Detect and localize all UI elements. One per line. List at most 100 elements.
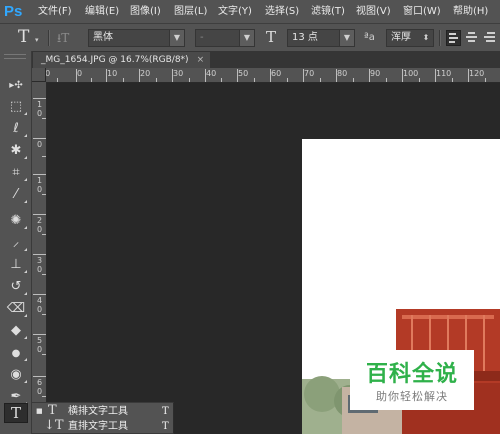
ruler-tick — [237, 69, 238, 82]
tool-group-corner — [24, 314, 27, 317]
marquee-tool[interactable]: ⬚ — [4, 97, 28, 117]
ruler-digit: 6 — [36, 378, 43, 387]
menu-filter[interactable]: 滤镜(T) — [311, 0, 345, 23]
close-icon[interactable]: × — [197, 55, 205, 65]
font-size-select[interactable]: 13 点 ▼ — [287, 29, 355, 47]
tool-group-corner — [24, 336, 27, 339]
type-tool-flyout: ■ T 横排文字工具 T ↓T 直排文字工具 T — [31, 402, 174, 434]
ruler-tick — [353, 78, 354, 82]
flyout-item-label: 直排文字工具 — [68, 421, 128, 432]
stamp-icon: ⊥ — [10, 257, 22, 272]
menu-file[interactable]: 文件(F) — [38, 0, 72, 23]
menu-help[interactable]: 帮助(H) — [453, 0, 488, 23]
document-tab-title: _MG_1654.JPG @ 16.7%(RGB/8*) — [41, 55, 189, 65]
move-icon: ▸✣ — [9, 80, 23, 91]
flyout-item-vertical-type[interactable]: ↓T 直排文字工具 T — [32, 418, 173, 434]
ruler-label: 60 — [36, 378, 43, 396]
brush-tool[interactable]: ⸝ — [4, 233, 28, 253]
ruler-tick — [33, 214, 46, 215]
chevron-down-icon: ▼ — [339, 30, 354, 46]
tool-group-corner — [24, 358, 27, 361]
font-style-value: - — [200, 32, 204, 43]
blur-icon: ● — [11, 348, 21, 359]
menu-view[interactable]: 视图(V) — [356, 0, 391, 23]
type-tool[interactable]: T — [4, 403, 28, 423]
magic-wand-tool[interactable]: ✱ — [4, 141, 28, 161]
antialias-value: 浑厚 — [391, 32, 411, 43]
ruler-label: 40 — [36, 296, 43, 314]
ruler-label: 10 — [107, 69, 118, 78]
ruler-label: 30 — [173, 69, 184, 78]
text-orientation-icon[interactable]: ⭳T — [57, 29, 69, 50]
horizontal-ruler[interactable]: 10 0 10 20 30 40 50 60 70 80 90 100 110 … — [32, 68, 500, 83]
ruler-label: 70 — [304, 69, 315, 78]
dodge-tool[interactable]: ◉ — [4, 365, 28, 385]
history-brush-tool[interactable]: ↺ — [4, 277, 28, 297]
ruler-tick — [254, 78, 255, 82]
options-bar: T ▾ ⭳T 黑体 ▼ - ▼ T 13 点 ▼ ªa 浑厚 ⬍ — [0, 23, 500, 52]
font-family-select[interactable]: 黑体 ▼ — [88, 29, 185, 47]
document-tab[interactable]: _MG_1654.JPG @ 16.7%(RGB/8*) × — [33, 52, 211, 68]
ruler-label: 50 — [238, 69, 249, 78]
ruler-tick — [452, 78, 453, 82]
ruler-label: 80 — [337, 69, 348, 78]
crop-tool[interactable]: ⌗ — [4, 163, 28, 183]
ruler-tick — [468, 69, 469, 82]
menu-image[interactable]: 图像(I) — [130, 0, 161, 23]
ruler-label: 20 — [36, 216, 43, 234]
options-separator — [48, 30, 50, 46]
ruler-tick — [91, 78, 92, 82]
preset-dropdown-arrow-icon[interactable]: ▾ — [35, 36, 39, 44]
text-tool-preset-icon[interactable]: T — [18, 27, 29, 47]
panel-grip[interactable] — [4, 54, 26, 59]
align-right-button[interactable] — [482, 30, 497, 46]
ruler-digit: 0 — [36, 109, 43, 118]
tool-group-corner — [24, 178, 27, 181]
ruler-tick — [42, 156, 46, 157]
menu-type[interactable]: 文字(Y) — [218, 0, 252, 23]
ruler-tick — [123, 78, 124, 82]
eraser-tool[interactable]: ⌫ — [4, 299, 28, 319]
ruler-label: 0 — [77, 69, 83, 78]
font-size-icon: T — [266, 28, 277, 46]
tool-group-corner — [24, 112, 27, 115]
ruler-tick — [42, 274, 46, 275]
ruler-tick — [156, 78, 157, 82]
ruler-tick — [336, 69, 337, 82]
eyedropper-tool[interactable]: ⁄ — [4, 185, 28, 205]
move-tool[interactable]: ▸✣ — [4, 75, 28, 95]
menu-select[interactable]: 选择(S) — [265, 0, 299, 23]
clone-stamp-tool[interactable]: ⊥ — [4, 255, 28, 275]
align-center-button[interactable] — [464, 30, 479, 46]
menu-edit[interactable]: 编辑(E) — [85, 0, 119, 23]
horizontal-type-icon: T — [48, 403, 57, 418]
font-style-select[interactable]: - ▼ — [195, 29, 255, 47]
lasso-tool[interactable]: ℓ — [4, 119, 28, 139]
flyout-item-label: 横排文字工具 — [68, 406, 128, 417]
tool-group-corner — [24, 380, 27, 383]
ruler-label: 120 — [469, 69, 485, 78]
tool-group-corner — [24, 226, 27, 229]
healing-brush-tool[interactable]: ✺ — [4, 211, 28, 231]
flyout-item-shortcut: T — [162, 406, 169, 417]
ruler-label: 50 — [36, 336, 43, 354]
ruler-tick — [320, 78, 321, 82]
ruler-digit: 0 — [36, 140, 43, 149]
ruler-digit: 0 — [36, 305, 43, 314]
menu-layer[interactable]: 图层(L) — [174, 0, 207, 23]
flyout-item-horizontal-type[interactable]: ■ T 横排文字工具 T — [32, 403, 173, 419]
menu-bar: Ps 文件(F) 编辑(E) 图像(I) 图层(L) 文字(Y) 选择(S) 滤… — [0, 0, 500, 23]
lasso-icon: ℓ — [13, 121, 19, 136]
ruler-label: 100 — [403, 69, 419, 78]
paint-bucket-tool[interactable]: ◆ — [4, 321, 28, 341]
ruler-digit: 0 — [36, 265, 43, 274]
ruler-tick — [106, 69, 107, 82]
align-left-button[interactable] — [446, 30, 461, 46]
antialias-select[interactable]: 浑厚 ⬍ — [386, 29, 434, 47]
blur-tool[interactable]: ● — [4, 343, 28, 363]
ruler-tick — [386, 78, 387, 82]
vertical-ruler[interactable]: 10 0 10 20 30 40 50 60 — [32, 82, 47, 434]
ruler-origin[interactable] — [32, 68, 46, 82]
menu-window[interactable]: 窗口(W) — [403, 0, 441, 23]
ruler-label: 110 — [436, 69, 452, 78]
